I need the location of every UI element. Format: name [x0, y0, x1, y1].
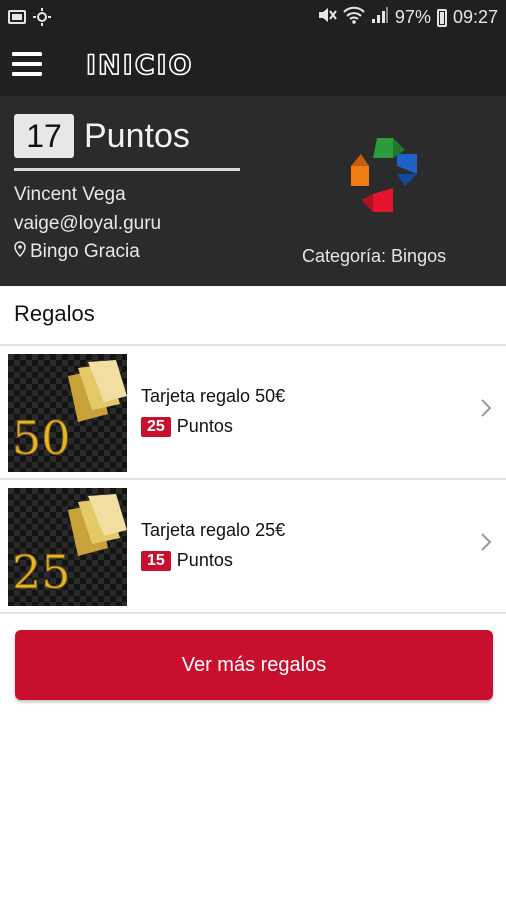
reward-cost: 25 Puntos [141, 416, 233, 437]
clock: 09:27 [452, 7, 498, 27]
reward-cost: 15 Puntos [141, 550, 233, 571]
gallery-icon [8, 9, 26, 30]
points-label: Puntos [84, 116, 190, 155]
chevron-right-icon [480, 398, 492, 418]
mute-icon [317, 6, 337, 29]
location-pin-icon [14, 241, 26, 263]
battery-percent: 97% [394, 7, 431, 27]
location-label: Bingo Gracia [30, 241, 140, 262]
reward-item-25[interactable]: 25 Tarjeta regalo 25€ 15 Puntos [0, 480, 506, 612]
page-title: INICIO [85, 49, 194, 82]
chevron-right-icon [480, 532, 492, 552]
reward-thumbnail: 25 [8, 488, 127, 606]
points-badge: 17 [14, 114, 74, 158]
reward-item-50[interactable]: 50 Tarjeta regalo 50€ 25 Puntos [0, 346, 506, 478]
user-location: Bingo Gracia [14, 241, 140, 263]
status-bar: 97% 09:27 [0, 0, 506, 34]
points-pill: 15 [141, 550, 171, 571]
points-pill: 25 [141, 416, 171, 437]
divider [0, 612, 506, 614]
wifi-icon [343, 6, 365, 29]
rewards-title: Regalos [14, 301, 95, 326]
status-right: 97% 09:27 [317, 6, 498, 29]
points-underline [14, 168, 240, 171]
category-label: Categoría: Bingos [302, 246, 447, 266]
user-name: Vincent Vega [14, 184, 126, 205]
points-summary: 17 Puntos [14, 114, 190, 158]
brightness-icon [32, 8, 52, 31]
status-left [8, 8, 52, 31]
points-unit: Puntos [176, 416, 233, 436]
battery-icon [436, 8, 447, 27]
brand-logo-icon [347, 136, 419, 214]
reward-thumbnail: 50 [8, 354, 127, 472]
reward-title: Tarjeta regalo 25€ [141, 520, 286, 540]
signal-icon [371, 6, 389, 29]
thumb-text: 25 [12, 545, 71, 599]
points-unit: Puntos [176, 550, 233, 570]
thumb-text: 50 [12, 411, 71, 465]
app-bar: INICIO [0, 34, 506, 96]
reward-title: Tarjeta regalo 50€ [141, 386, 286, 406]
user-email: vaige@loyal.guru [14, 213, 162, 234]
profile-header: 17 Puntos Vincent Vega vaige@loyal.guru … [0, 96, 506, 286]
hamburger-icon[interactable] [12, 52, 44, 78]
more-rewards-button[interactable]: Ver más regalos [15, 630, 493, 700]
